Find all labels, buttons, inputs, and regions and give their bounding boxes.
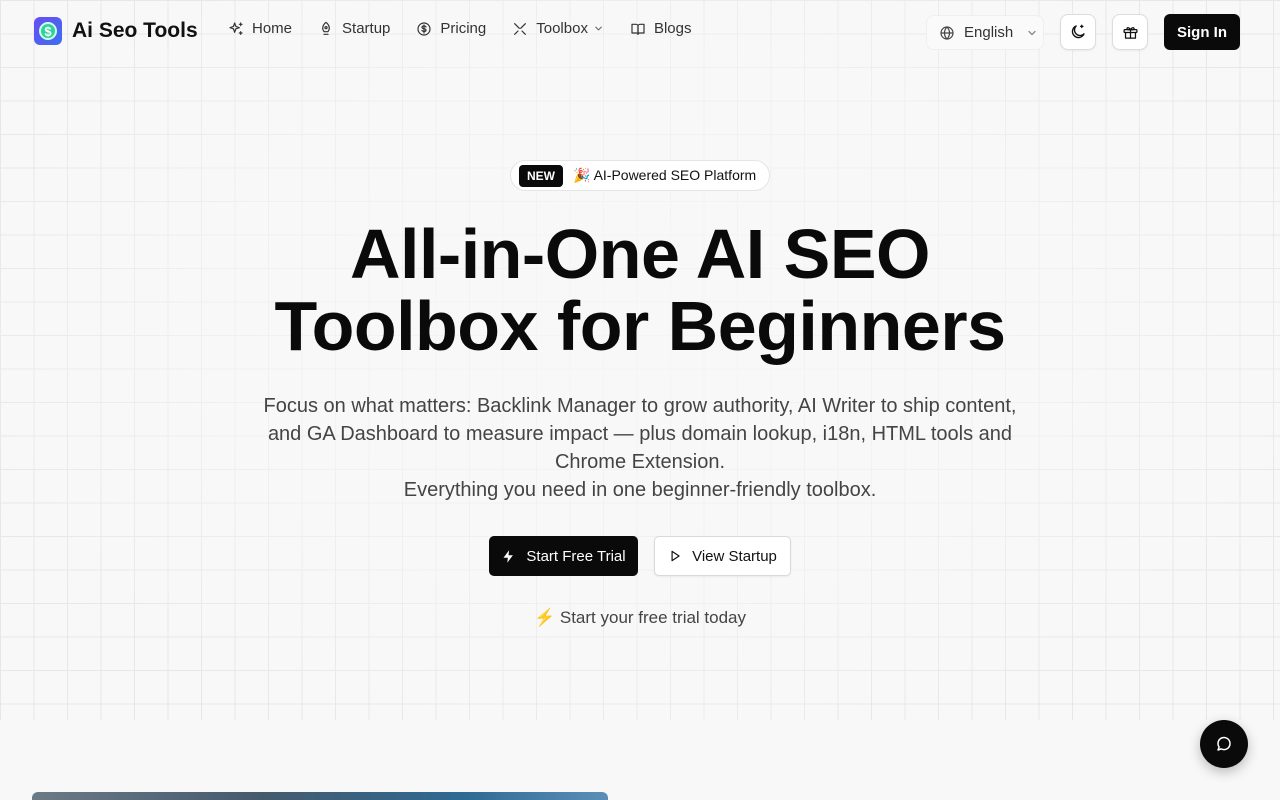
preview-image [32, 792, 608, 800]
badge-label: 🎉 AI-Powered SEO Platform [573, 167, 756, 184]
nav-item-toolbox[interactable]: Toolbox [512, 20, 604, 37]
hero-title-line1: All-in-One AI SEO [349, 215, 931, 293]
play-icon [671, 550, 680, 562]
top-header: $ Ai Seo Tools Home Startup Pricing Tool… [0, 0, 1280, 64]
brand[interactable]: $ Ai Seo Tools [34, 17, 198, 45]
trial-note-text: Start your free trial today [559, 608, 747, 627]
nav-label: Home [252, 20, 293, 37]
rocket-icon [322, 21, 330, 35]
logo-icon: $ [34, 17, 62, 45]
nav-item-blogs[interactable]: Blogs [630, 20, 692, 37]
nav-label: Blogs [653, 20, 692, 37]
announcement-badge[interactable]: NEW 🎉 AI-Powered SEO Platform [510, 160, 770, 191]
gift-icon [1122, 26, 1138, 39]
sparkles-icon [229, 21, 243, 35]
hero-subtitle: Focus on what matters: Backlink Manager … [250, 392, 1030, 504]
language-select[interactable]: English [926, 15, 1044, 50]
nav-label: Pricing [440, 20, 487, 37]
dollar-circle-icon [417, 21, 431, 36]
nav-item-home[interactable]: Home [228, 20, 292, 37]
gift-button[interactable] [1112, 14, 1148, 50]
theme-toggle-button[interactable] [1060, 14, 1096, 50]
hero-title-line2: Toolbox for Beginners [274, 287, 1007, 365]
lightning-icon [503, 549, 514, 563]
badge-text: AI-Powered SEO Platform [593, 167, 757, 183]
main-nav: Home Startup Pricing Toolbox Blogs [228, 20, 717, 37]
moon-icon [1071, 24, 1085, 39]
hero-title: All-in-One AI SEO Toolbox for Beginners [0, 218, 1280, 362]
chat-button[interactable] [1200, 720, 1248, 768]
tools-icon [514, 22, 527, 35]
language-label: English [964, 24, 1014, 41]
logo-coin: $ [39, 22, 57, 40]
cta-secondary-label: View Startup [692, 547, 777, 565]
chevron-down-icon [595, 26, 602, 31]
sign-in-button[interactable]: Sign In [1164, 14, 1240, 50]
trial-note: ⚡ Start your free trial today [0, 608, 1280, 628]
party-icon: 🎉 [573, 167, 591, 183]
nav-item-startup[interactable]: Startup [318, 20, 390, 37]
new-badge: NEW [519, 164, 563, 187]
nav-item-pricing[interactable]: Pricing [416, 20, 486, 37]
start-free-trial-button[interactable]: Start Free Trial [489, 536, 638, 576]
chevron-down-icon [1028, 30, 1036, 35]
nav-label: Startup [342, 20, 391, 37]
view-startup-button[interactable]: View Startup [654, 536, 791, 576]
globe-icon [940, 25, 954, 40]
chat-bubble-icon [1217, 736, 1231, 751]
hero-subtitle-line2: Everything you need in one beginner-frie… [403, 479, 877, 501]
lightning-emoji-icon: ⚡ [533, 608, 556, 627]
hero-subtitle-line1: Focus on what matters: Backlink Manager … [263, 395, 1017, 473]
nav-label: Toolbox [536, 20, 588, 37]
book-icon [631, 23, 645, 35]
cta-primary-label: Start Free Trial [526, 547, 626, 565]
brand-name: Ai Seo Tools [72, 19, 198, 42]
